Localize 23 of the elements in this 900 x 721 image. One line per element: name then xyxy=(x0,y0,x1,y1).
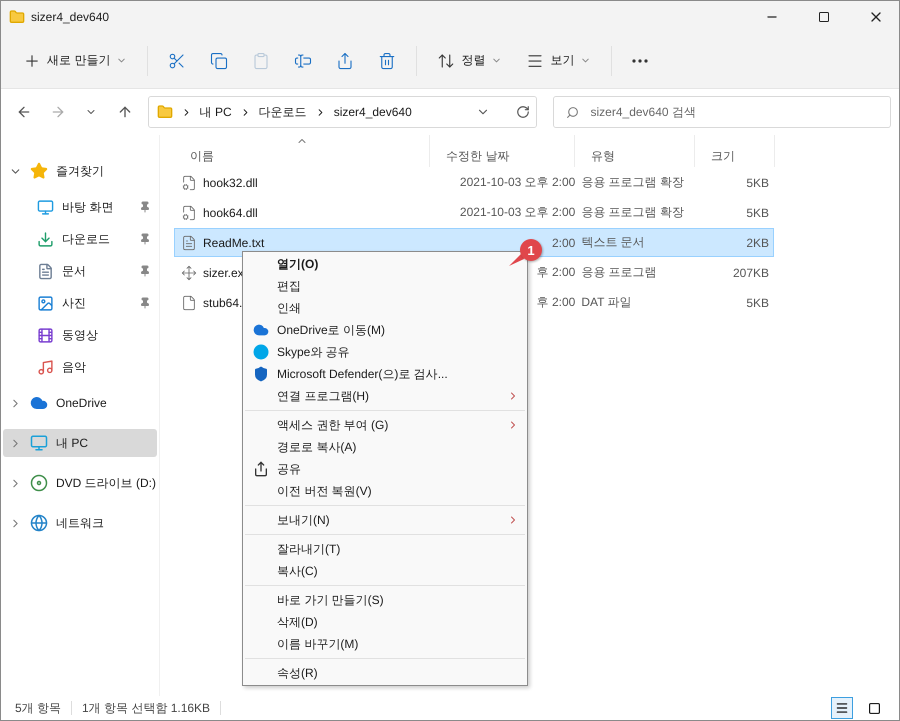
file-name: sizer.ex xyxy=(203,266,244,280)
size-cell-text: 5KB xyxy=(745,176,770,190)
type-cell-text: 텍스트 문서 xyxy=(580,234,646,251)
type-cell-text: 응용 프로그램 확장 xyxy=(580,174,685,191)
size-cell-text: 5KB xyxy=(745,296,770,310)
size-cell-text: 2KB xyxy=(745,236,770,250)
type-cell-text: 응용 프로그램 xyxy=(580,264,658,281)
date-cell-text: 후 2:00 xyxy=(536,294,576,311)
size-cell-text: 207KB xyxy=(732,266,770,280)
item-count: 5개 항목 xyxy=(15,700,62,716)
type-cell-text: 응용 프로그램 확장 xyxy=(580,204,685,221)
date-cell-text: 2:00 xyxy=(550,236,576,250)
file-name: hook64.dll xyxy=(203,206,258,220)
type-cell-text: DAT 파일 xyxy=(580,294,633,311)
date-cell-text: 2021-10-03 오후 2:00 xyxy=(458,174,576,191)
date-cell-text: 후 2:00 xyxy=(536,264,576,281)
window-title: sizer4_dev640 xyxy=(31,10,110,24)
file-name: hook32.dll xyxy=(203,176,258,190)
selection-info: 1개 항목 선택함 1.16KB xyxy=(82,700,210,716)
date-cell-text: 2021-10-03 오후 2:00 xyxy=(458,204,576,221)
file-name: ReadMe.txt xyxy=(203,236,264,250)
file-name: stub64. xyxy=(203,296,242,310)
size-cell-text: 5KB xyxy=(745,206,770,220)
